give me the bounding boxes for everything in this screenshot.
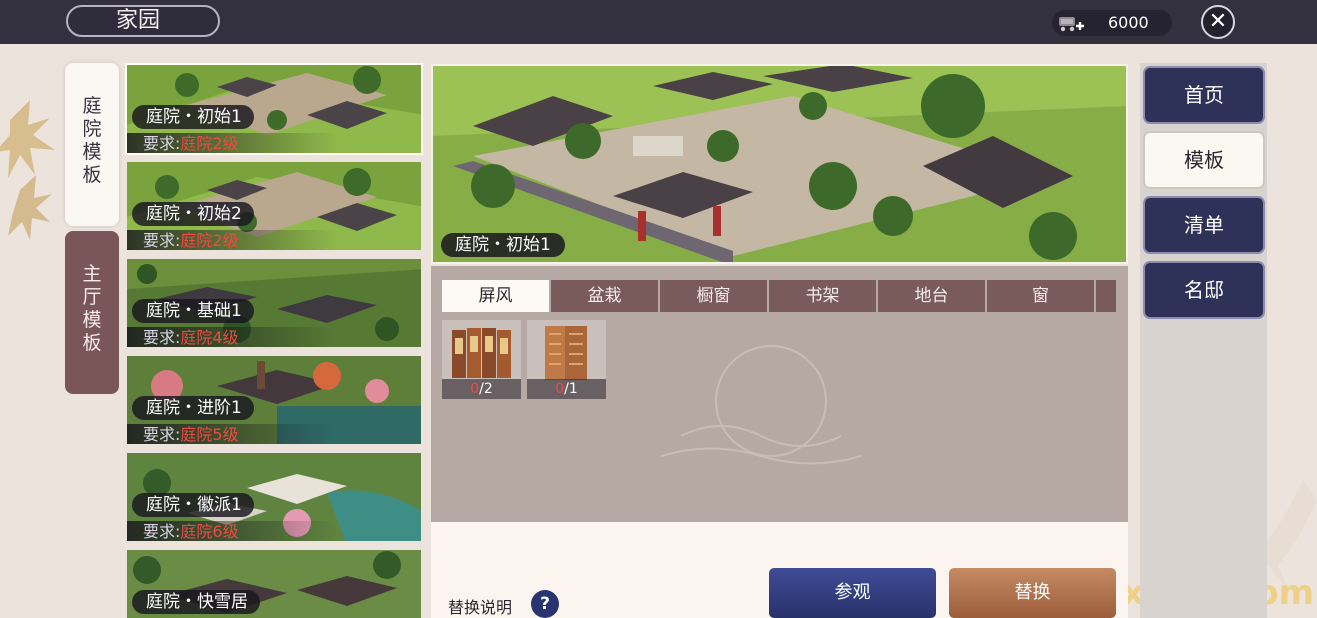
item-count: 0/1	[527, 379, 606, 399]
replace-button[interactable]: 替换	[949, 568, 1116, 618]
close-icon: ✕	[1208, 9, 1228, 34]
tab-courtyard-templates[interactable]: 庭院模板	[65, 63, 119, 226]
tab-display-window[interactable]: 橱窗	[660, 280, 767, 312]
furniture-item[interactable]: 0/2	[442, 320, 521, 399]
maple-leaf-decoration	[0, 100, 55, 240]
tab-more[interactable]	[1096, 280, 1116, 312]
help-button[interactable]: ?	[531, 590, 559, 618]
nav-mansions[interactable]: 名邸	[1143, 261, 1265, 319]
template-card[interactable]: 庭院・基础1 要求:庭院4级	[125, 257, 423, 349]
template-card[interactable]: 庭院・初始1 要求:庭院2级	[125, 63, 423, 155]
furniture-item[interactable]: 0/1	[527, 320, 606, 399]
page-title: 家园	[66, 5, 220, 37]
template-requirement: 要求:庭院2级	[127, 230, 337, 250]
tab-hall-templates[interactable]: 主厅模板	[65, 231, 119, 394]
moon-cloud-pattern	[661, 345, 861, 465]
replace-instructions-label: 替换说明	[448, 598, 513, 617]
close-button[interactable]: ✕	[1201, 5, 1235, 39]
nav-list[interactable]: 清单	[1143, 196, 1265, 254]
currency-display[interactable]: 6000	[1052, 10, 1172, 36]
nav-templates[interactable]: 模板	[1143, 131, 1265, 189]
tab-bookshelf[interactable]: 书架	[769, 280, 876, 312]
template-card[interactable]: 庭院・初始2 要求:庭院2级	[125, 160, 423, 252]
template-requirement: 要求:庭院5级	[127, 424, 337, 444]
template-requirement: 要求:庭院6级	[127, 521, 337, 541]
category-tabs[interactable]: 屏风 盆栽 橱窗 书架 地台 窗	[442, 280, 1116, 312]
nav-home[interactable]: 首页	[1143, 66, 1265, 124]
question-icon: ?	[540, 594, 550, 614]
template-name: 庭院・基础1	[132, 299, 254, 323]
template-card[interactable]: 庭院・进阶1 要求:庭院5级	[125, 354, 423, 446]
template-requirement: 要求:庭院2级	[127, 133, 337, 153]
template-requirement: 要求:庭院4级	[127, 327, 337, 347]
tab-platform[interactable]: 地台	[878, 280, 985, 312]
preview-template-name: 庭院・初始1	[441, 233, 565, 257]
currency-value: 6000	[1108, 13, 1149, 32]
template-list[interactable]: 庭院・初始1 要求:庭院2级 庭院・初始2 要求:庭院2级 庭院・基础1 要求:…	[123, 63, 424, 618]
template-card[interactable]: 庭院・徽派1 要求:庭院6级	[125, 451, 423, 543]
template-name: 庭院・快雪居	[132, 590, 260, 614]
tab-bonsai[interactable]: 盆栽	[551, 280, 658, 312]
template-name: 庭院・徽派1	[132, 493, 254, 517]
template-preview: 庭院・初始1	[431, 64, 1128, 264]
tab-screen[interactable]: 屏风	[442, 280, 549, 312]
template-name: 庭院・初始2	[132, 202, 254, 226]
template-name: 庭院・初始1	[132, 105, 254, 129]
template-name: 庭院・进阶1	[132, 396, 254, 420]
template-card[interactable]: 庭院・快雪居	[125, 548, 423, 618]
cart-coin-icon	[1059, 17, 1084, 32]
item-count: 0/2	[442, 379, 521, 399]
tab-window[interactable]: 窗	[987, 280, 1094, 312]
visit-button[interactable]: 参观	[769, 568, 936, 618]
